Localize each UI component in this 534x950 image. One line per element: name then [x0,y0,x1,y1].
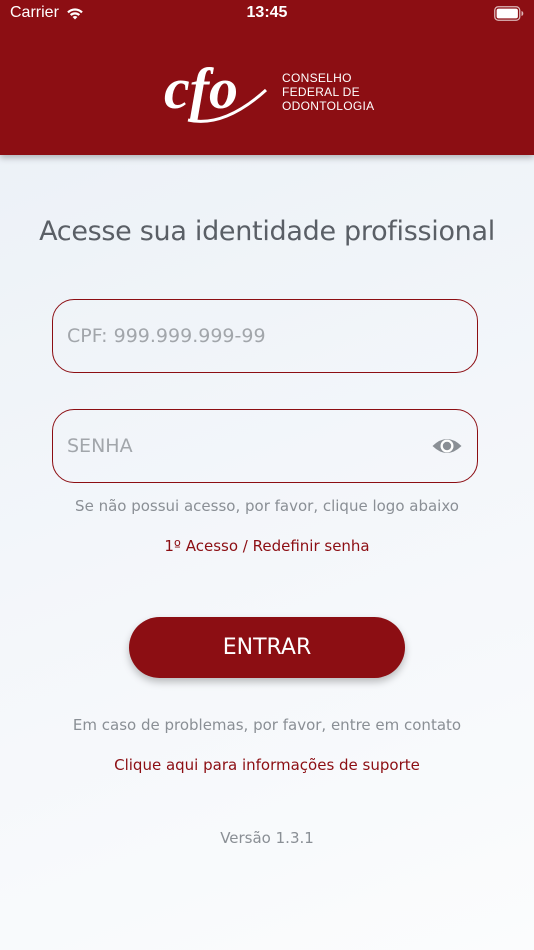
cpf-field[interactable] [52,299,478,373]
logo-line-3: ODONTOLOGIA [282,99,375,113]
password-field[interactable] [52,409,478,483]
cpf-input[interactable] [67,300,427,372]
battery-icon [494,6,524,21]
problems-hint: Em caso de problemas, por favor, entre e… [72,716,462,734]
eye-icon[interactable] [431,434,463,458]
password-input[interactable] [67,410,427,482]
logo-line-2: FEDERAL DE [282,85,360,99]
status-bar: Carrier 13:45 [0,0,534,28]
cfo-logo-mark: cfo [164,58,268,123]
enter-button[interactable]: ENTRAR [129,617,405,678]
first-access-link[interactable]: 1º Acesso / Redefinir senha [0,537,534,555]
cfo-logo: cfo CONSELHO FEDERAL DE ODONTOLOGIA [162,58,382,126]
logo-wordmark: CONSELHO FEDERAL DE ODONTOLOGIA [282,71,374,113]
app-version: Versão 1.3.1 [220,829,314,847]
support-link[interactable]: Clique aqui para informações de suporte [0,756,534,774]
access-hint: Se não possui acesso, por favor, clique … [75,497,459,515]
page-title: Acesse sua identidade profissional [39,216,495,247]
app-header: Carrier 13:45 cfo CONSELHO FEDERAL DE OD… [0,0,534,155]
status-time: 13:45 [246,4,288,21]
logo-mark-text: cfo [164,58,238,121]
logo-line-1: CONSELHO [282,71,352,85]
